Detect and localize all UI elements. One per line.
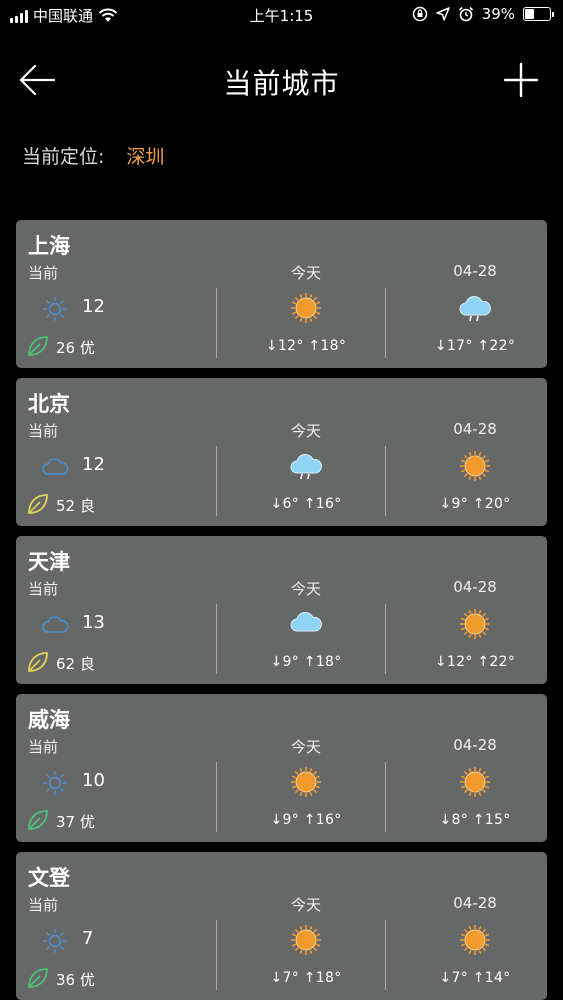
air-quality: 52 良: [56, 497, 95, 515]
forecast-temperature-range: ↓8° ↑15°: [439, 812, 511, 828]
leaf-icon: [26, 334, 50, 358]
current-temperature: 12: [82, 296, 105, 317]
divider: [385, 920, 386, 990]
add-city-button[interactable]: [501, 60, 541, 100]
forecast-temperature-range: ↓17° ↑22°: [434, 338, 516, 354]
forecast-date: 04-28: [453, 420, 497, 438]
location-city-link[interactable]: 深圳: [126, 142, 164, 169]
city-card-1[interactable]: 北京 当前 12 52 良 今天 ↓6° ↑16° 04-28 ↓9° ↑20°: [16, 378, 547, 526]
city-card-3[interactable]: 威海 当前 10 37 优 今天 ↓9° ↑16° 04-28 ↓8° ↑15°: [16, 694, 547, 842]
forecast-date: 04-28: [453, 894, 497, 912]
location-label: 当前定位:: [22, 146, 105, 168]
sun-outline-icon: [40, 294, 70, 324]
current-temperature: 10: [82, 770, 105, 791]
cloud-rain-icon: [457, 290, 493, 326]
orientation-lock-icon: [412, 6, 427, 22]
sun-icon: [457, 922, 493, 958]
forecast-date: 04-28: [453, 262, 497, 280]
today-temperature-range: ↓7° ↑18°: [270, 970, 342, 986]
leaf-icon: [26, 650, 50, 674]
city-name: 北京: [28, 392, 70, 416]
forecast-temperature-range: ↓7° ↑14°: [439, 970, 511, 986]
air-quality: 26 优: [56, 339, 95, 357]
divider: [385, 604, 386, 674]
city-name: 上海: [28, 234, 70, 258]
current-label: 当前: [28, 264, 59, 282]
leaf-icon: [26, 808, 50, 832]
current-temperature: 13: [82, 612, 105, 633]
divider: [216, 762, 217, 832]
cloud-outline-icon: [40, 610, 70, 640]
page-title: 当前城市: [223, 67, 340, 100]
battery-percent: 39%: [481, 5, 515, 23]
sun-icon: [288, 922, 324, 958]
today-label: 今天: [290, 580, 321, 598]
forecast-temperature-range: ↓9° ↑20°: [439, 496, 511, 512]
leaf-icon: [26, 966, 50, 990]
today-label: 今天: [290, 422, 321, 440]
city-name: 天津: [28, 550, 70, 574]
current-label: 当前: [28, 738, 59, 756]
current-label: 当前: [28, 580, 59, 598]
location-arrow-icon: [435, 7, 450, 21]
sun-icon: [457, 606, 493, 642]
current-location: 当前定位: 深圳: [22, 142, 164, 169]
today-temperature-range: ↓9° ↑18°: [270, 654, 342, 670]
cloud-outline-icon: [40, 452, 70, 482]
sun-outline-icon: [40, 926, 70, 956]
forecast-temperature-range: ↓12° ↑22°: [434, 654, 516, 670]
current-label: 当前: [28, 896, 59, 914]
divider: [385, 288, 386, 358]
forecast-date: 04-28: [453, 736, 497, 754]
cloud-icon: [288, 606, 324, 642]
today-temperature-range: ↓9° ↑16°: [270, 812, 342, 828]
today-label: 今天: [290, 264, 321, 282]
divider: [385, 762, 386, 832]
battery-icon: [523, 7, 554, 21]
leaf-icon: [26, 492, 50, 516]
sun-outline-icon: [40, 768, 70, 798]
city-name: 文登: [28, 866, 70, 890]
air-quality: 37 优: [56, 813, 95, 831]
divider: [385, 446, 386, 516]
city-card-4[interactable]: 文登 当前 7 36 优 今天 ↓7° ↑18° 04-28 ↓7° ↑14°: [16, 852, 547, 1000]
nav-bar: 当前城市: [0, 50, 563, 110]
sun-icon: [288, 764, 324, 800]
sun-icon: [457, 448, 493, 484]
air-quality: 36 优: [56, 971, 95, 989]
forecast-date: 04-28: [453, 578, 497, 596]
city-card-2[interactable]: 天津 当前 13 62 良 今天 ↓9° ↑18° 04-28 ↓12° ↑22…: [16, 536, 547, 684]
current-temperature: 12: [82, 454, 105, 475]
current-temperature: 7: [82, 928, 94, 949]
divider: [216, 920, 217, 990]
sun-icon: [288, 290, 324, 326]
plus-icon: [503, 62, 539, 98]
sun-icon: [457, 764, 493, 800]
city-card-0[interactable]: 上海 当前 12 26 优 今天 ↓12° ↑18° 04-28 ↓17° ↑2…: [16, 220, 547, 368]
status-bar: 中国联通 上午1:15 39%: [0, 0, 563, 30]
alarm-icon: [458, 6, 473, 22]
city-name: 威海: [28, 708, 70, 732]
air-quality: 62 良: [56, 655, 95, 673]
today-temperature-range: ↓6° ↑16°: [270, 496, 342, 512]
today-label: 今天: [290, 738, 321, 756]
today-label: 今天: [290, 896, 321, 914]
divider: [216, 446, 217, 516]
today-temperature-range: ↓12° ↑18°: [265, 338, 347, 354]
divider: [216, 604, 217, 674]
cloud-rain-icon: [288, 448, 324, 484]
current-label: 当前: [28, 422, 59, 440]
divider: [216, 288, 217, 358]
